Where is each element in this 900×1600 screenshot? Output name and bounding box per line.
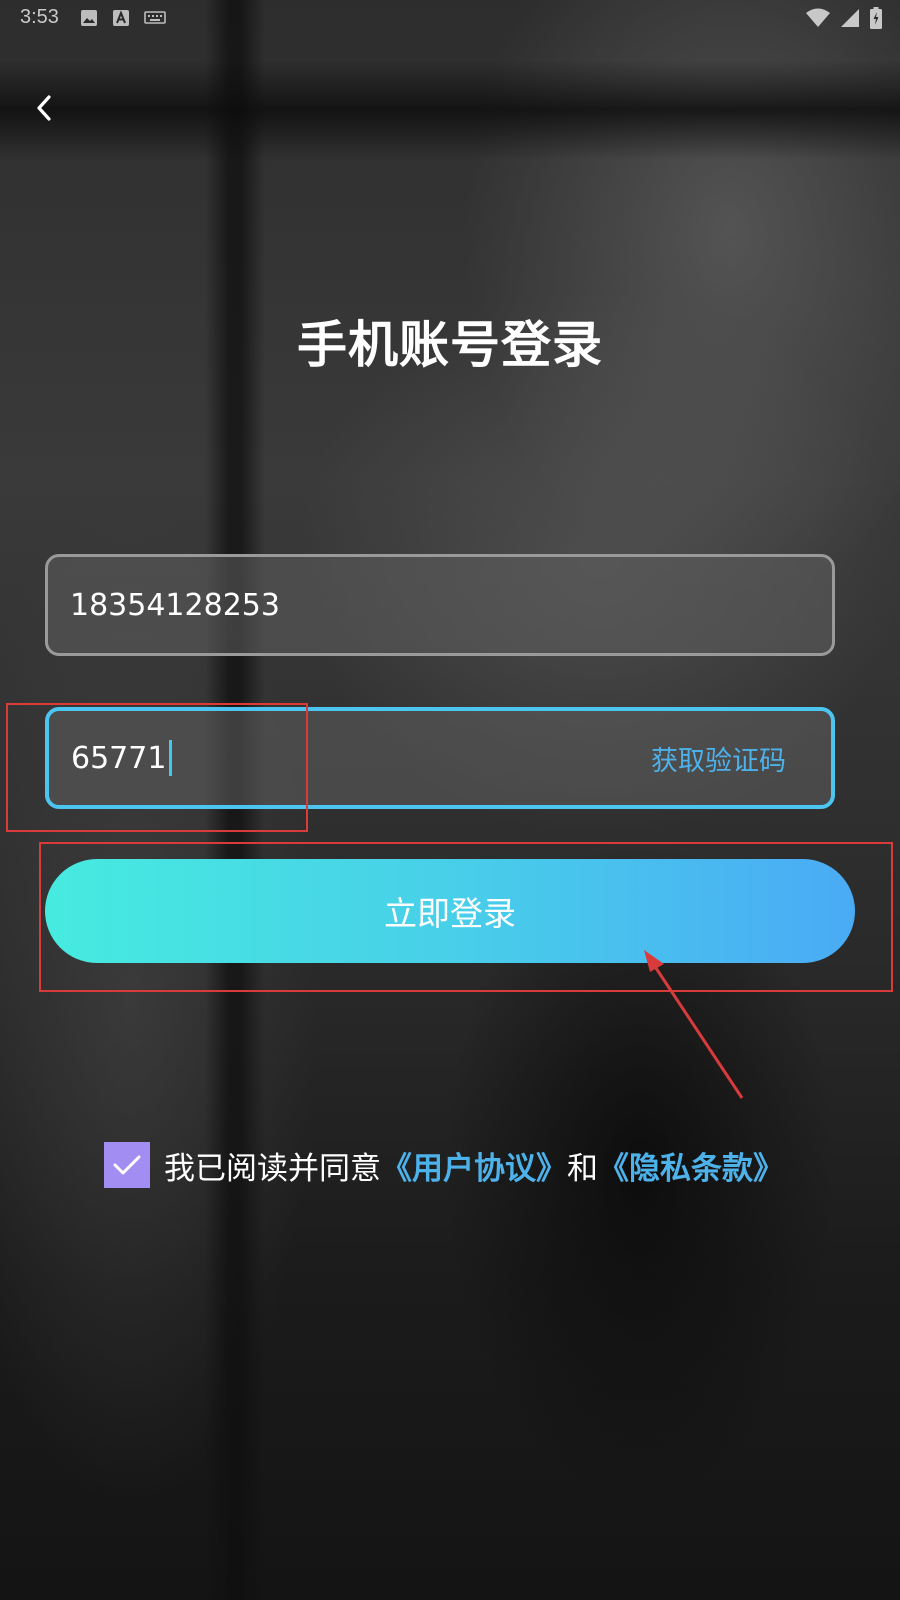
privacy-policy-link[interactable]: 《隐私条款》: [598, 1143, 784, 1188]
keyboard-icon: [144, 11, 166, 24]
login-screen: 3:53 手机账号登录 18354128253 65771 获取验证码 立即登录…: [0, 0, 900, 1600]
user-agreement-link[interactable]: 《用户协议》: [381, 1143, 567, 1188]
a-box-icon: [113, 10, 129, 26]
wifi-icon: [806, 8, 830, 27]
verification-code-input[interactable]: 65771 获取验证码: [45, 707, 835, 809]
annotation-arrow: [644, 950, 744, 1099]
notification-icons: [80, 9, 166, 27]
system-icons: [806, 7, 882, 29]
login-button[interactable]: 立即登录: [45, 859, 855, 963]
agreement-text: 我已阅读并同意: [164, 1150, 381, 1187]
status-time: 3:53: [20, 6, 59, 28]
back-button[interactable]: [24, 88, 64, 128]
image-icon: [81, 10, 97, 26]
phone-input[interactable]: 18354128253: [45, 554, 835, 656]
checkmark-icon: [113, 1155, 141, 1175]
agree-checkbox[interactable]: [104, 1142, 150, 1188]
agreement-conjunction: 和: [567, 1150, 598, 1187]
agreement-row: 我已阅读并同意 《用户协议》 和 《隐私条款》: [104, 1142, 784, 1188]
code-input-value: 65771: [71, 740, 167, 776]
phone-input-value: 18354128253: [70, 587, 280, 623]
signal-icon: [841, 9, 859, 27]
battery-icon: [870, 7, 882, 29]
status-bar: 3:53: [0, 0, 900, 36]
page-title: 手机账号登录: [297, 316, 603, 374]
code-input-wrapper: 65771: [71, 711, 173, 805]
get-code-button[interactable]: 获取验证码: [651, 711, 786, 805]
background-shadow: [0, 60, 900, 160]
login-button-label: 立即登录: [384, 894, 516, 933]
chevron-left-icon: [37, 95, 51, 121]
text-caret: [169, 740, 173, 776]
